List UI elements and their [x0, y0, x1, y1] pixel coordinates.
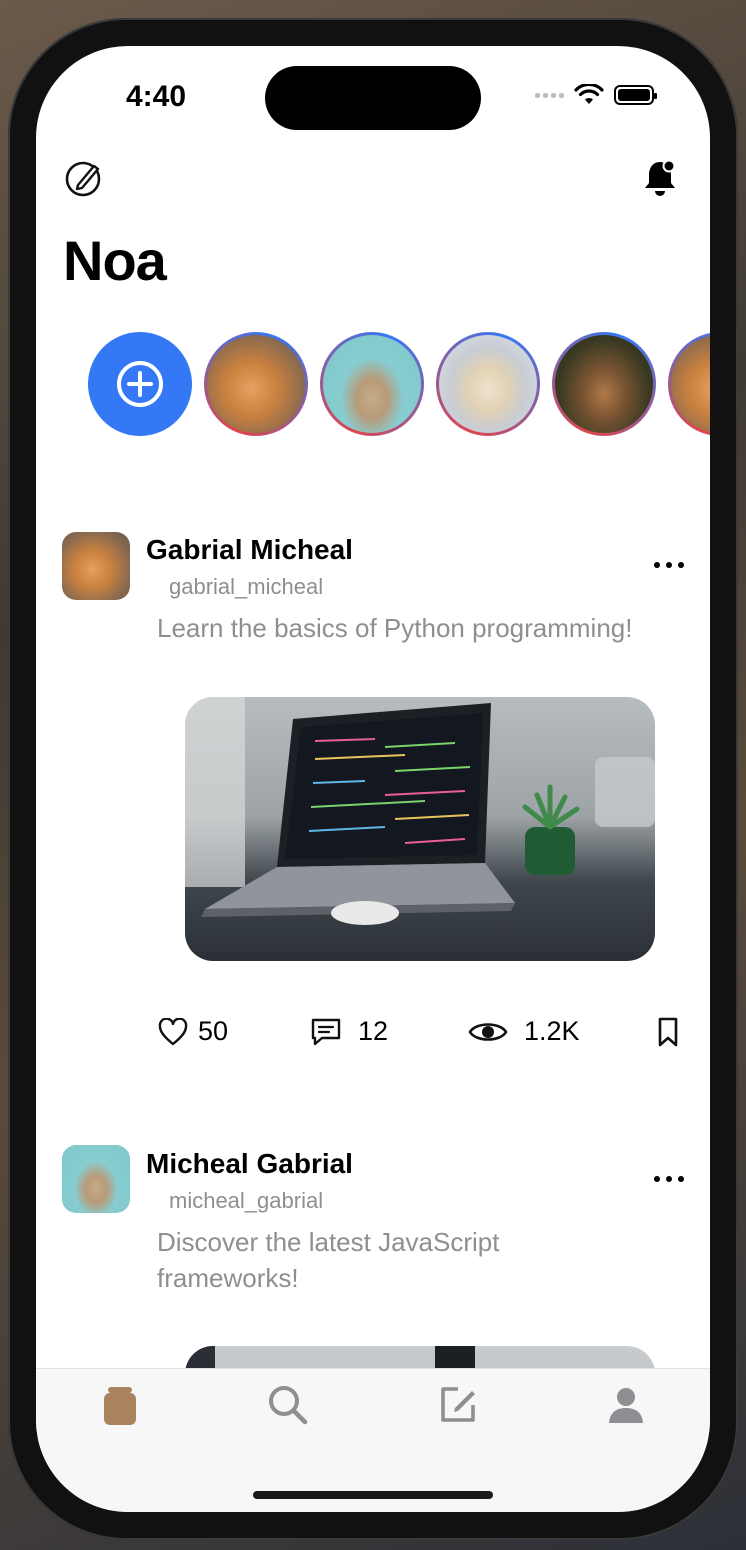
comment-count: 12 — [358, 1016, 389, 1046]
comment-icon — [311, 1018, 341, 1045]
status-time: 4:40 — [126, 80, 187, 113]
notification-bell-icon[interactable] — [640, 158, 680, 198]
post-author-avatar[interactable] — [62, 532, 130, 600]
dynamic-island — [265, 66, 481, 130]
eye-icon — [468, 1022, 508, 1041]
story-avatar-cat-2[interactable] — [668, 332, 710, 436]
wifi-icon — [574, 84, 604, 104]
more-options-icon[interactable] — [654, 1176, 684, 1184]
page-title: Noa — [63, 229, 167, 292]
stories-row — [88, 332, 710, 436]
laptop-illustration — [185, 697, 655, 925]
story-avatar-cat[interactable] — [204, 332, 308, 436]
compose-icon[interactable] — [436, 1383, 480, 1427]
add-story-button[interactable] — [88, 332, 192, 436]
post-author-avatar[interactable] — [62, 1145, 130, 1213]
post-image-laptop[interactable] — [185, 697, 655, 961]
post-author-name[interactable]: Gabrial Micheal — [146, 534, 353, 566]
comment-button[interactable]: 12 — [310, 1016, 388, 1047]
home-icon[interactable] — [98, 1383, 142, 1427]
post-text: Discover the latest JavaScript framework… — [157, 1227, 500, 1293]
story-avatar-deer[interactable] — [552, 332, 656, 436]
post-username: gabrial_micheal — [169, 574, 324, 599]
status-indicators — [535, 84, 657, 106]
post-username: micheal_gabrial — [169, 1188, 324, 1213]
like-count: 50 — [198, 1016, 229, 1046]
more-options-icon[interactable] — [654, 562, 684, 570]
story-avatar-kitten[interactable] — [320, 332, 424, 436]
views-indicator: 1.2K — [468, 1016, 580, 1047]
heart-icon — [158, 1017, 188, 1045]
search-icon[interactable] — [266, 1383, 310, 1427]
bookmark-icon — [658, 1017, 678, 1047]
home-indicator[interactable] — [253, 1491, 493, 1499]
post-text: Learn the basics of Python programming! — [157, 613, 633, 643]
battery-icon — [614, 85, 657, 105]
edit-profile-icon[interactable] — [64, 158, 104, 198]
signal-icon — [535, 92, 564, 98]
post-author-name[interactable]: Micheal Gabrial — [146, 1148, 353, 1180]
tab-bar — [36, 1368, 710, 1512]
view-count: 1.2K — [524, 1016, 580, 1046]
story-avatar-polar-bear[interactable] — [436, 332, 540, 436]
plus-circle-icon — [117, 361, 163, 407]
like-button[interactable]: 50 — [158, 1016, 228, 1047]
bookmark-button[interactable] — [656, 1016, 680, 1048]
profile-icon[interactable] — [604, 1383, 648, 1427]
app-screen: 4:40 Noa Gabrial Micheal gabrial_micheal… — [36, 46, 710, 1512]
